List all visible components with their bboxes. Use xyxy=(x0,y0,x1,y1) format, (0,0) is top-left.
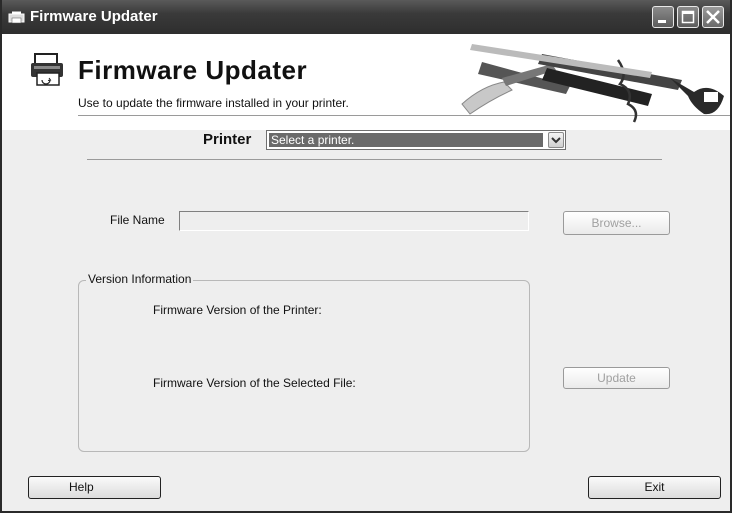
printer-icon xyxy=(31,53,63,86)
firmware-updater-window: Firmware Updater Firmware Updater Use to… xyxy=(0,0,732,513)
browse-button[interactable]: Browse... xyxy=(563,211,670,235)
printer-label: Printer xyxy=(203,131,252,148)
title-bar[interactable]: Firmware Updater xyxy=(2,0,730,34)
printer-small-icon xyxy=(8,11,25,24)
printer-dropdown-button[interactable] xyxy=(548,132,564,148)
window-title: Firmware Updater xyxy=(30,8,158,25)
minimize-button[interactable] xyxy=(652,6,674,28)
help-button[interactable]: Help xyxy=(28,476,161,499)
exit-button[interactable]: Exit xyxy=(588,476,721,499)
update-button[interactable]: Update xyxy=(563,367,670,389)
close-button[interactable] xyxy=(702,6,724,28)
banner-title: Firmware Updater xyxy=(78,55,308,85)
printer-select[interactable]: Select a printer. xyxy=(266,130,566,150)
version-information-legend: Version Information xyxy=(86,272,194,286)
minimize-icon xyxy=(658,20,666,23)
file-name-input[interactable] xyxy=(179,211,529,231)
section-divider xyxy=(87,159,662,160)
file-firmware-version-label: Firmware Version of the Selected File: xyxy=(153,376,356,390)
printer-firmware-version-label: Firmware Version of the Printer: xyxy=(153,303,322,317)
banner-subtitle: Use to update the firmware installed in … xyxy=(78,96,349,110)
close-icon xyxy=(706,10,720,24)
maximize-icon xyxy=(681,10,695,24)
maximize-button[interactable] xyxy=(677,6,699,28)
tools-illustration xyxy=(461,44,724,123)
header-banner: Firmware Updater Use to update the firmw… xyxy=(2,34,730,130)
file-name-label: File Name xyxy=(110,213,165,227)
chevron-down-icon xyxy=(551,137,561,144)
printer-select-value: Select a printer. xyxy=(269,133,543,147)
